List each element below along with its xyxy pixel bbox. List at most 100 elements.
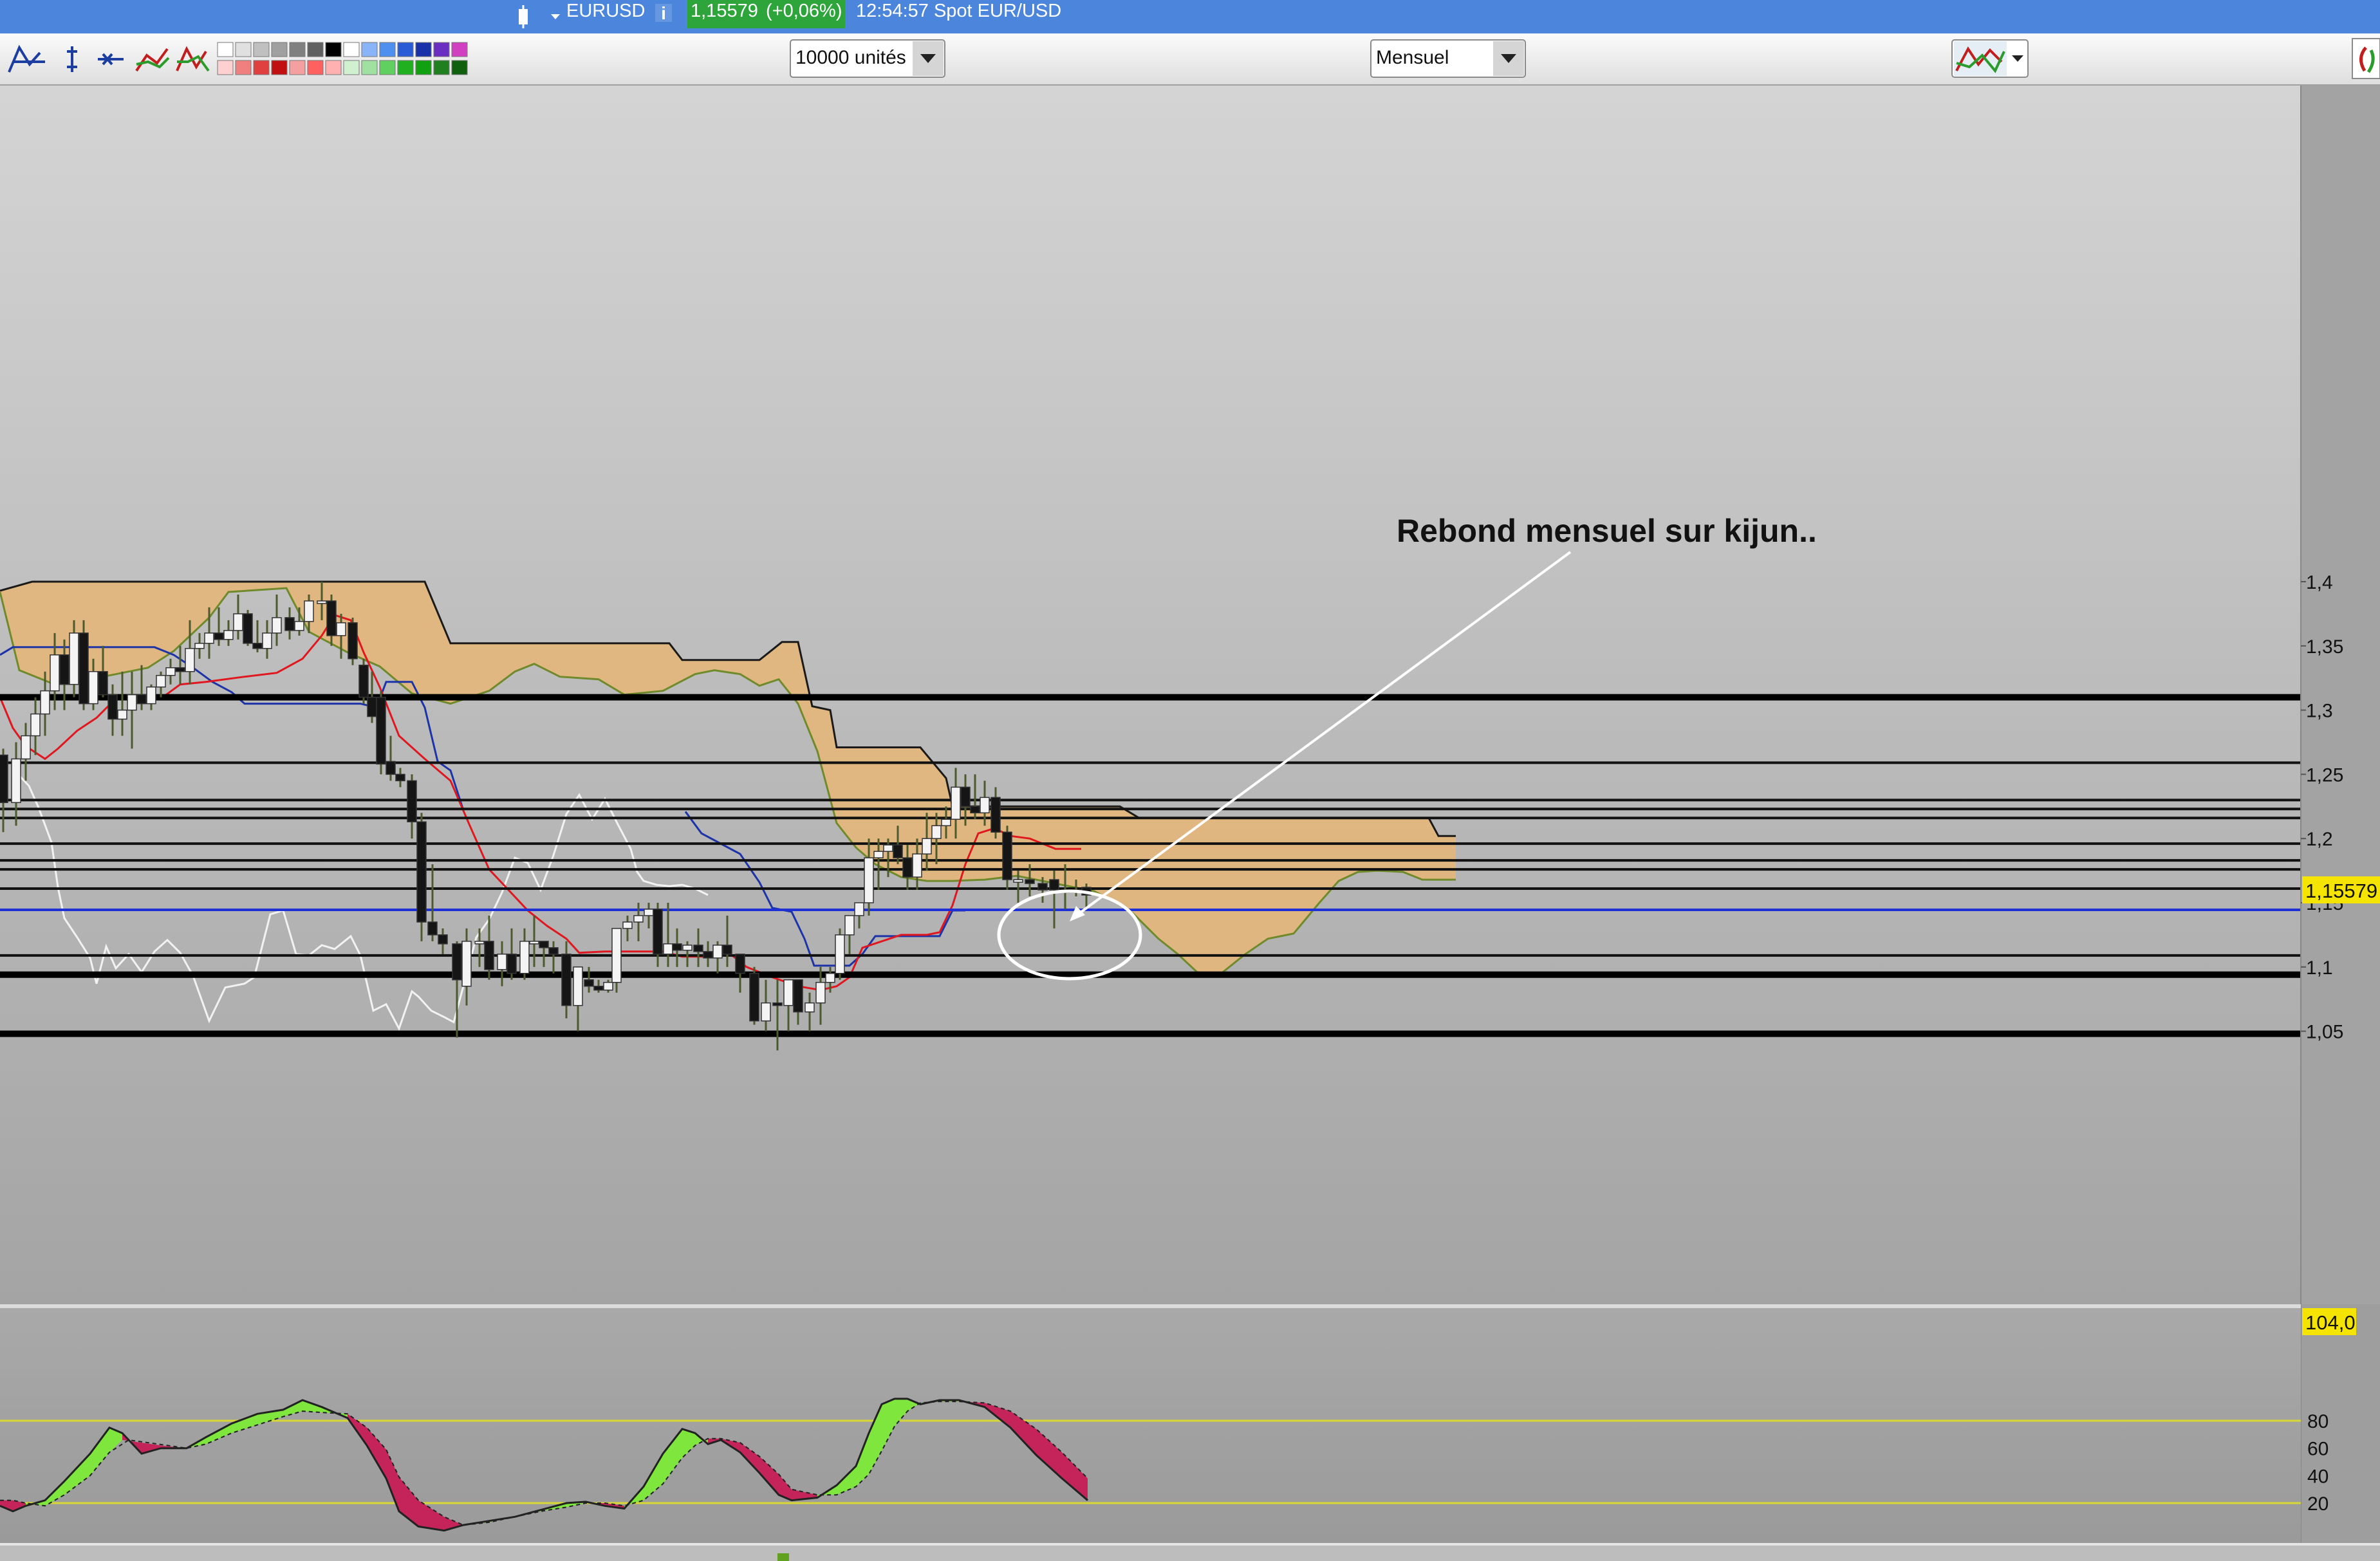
trading-window: ▮▾ EURUSD i 1,15579 (+0,06%) 12:54:57 Sp… [0,0,2380,1561]
instrument-label[interactable]: EURUSD [566,1,645,21]
palette-swatch [235,60,252,75]
candle-body [653,909,663,955]
palette-swatch [415,60,432,75]
palette-swatch [253,42,270,57]
candle-body [233,613,243,631]
oscillator-tick-label: 60 [2307,1439,2329,1460]
candle-body [252,643,263,649]
candle-body [1049,879,1059,891]
period-select[interactable]: Mensuel [1370,39,1526,78]
candle-body [960,786,971,808]
candle-body [682,945,693,951]
candle-body [117,709,127,720]
palette-swatch [325,42,342,57]
candle-body [50,654,60,692]
candle-body [204,633,214,644]
clock-label: 12:54:57 Spot EUR/USD [856,1,1061,21]
candle-body [990,797,1001,833]
palette-swatch [379,60,396,75]
oscillator-top-value: 104,0 [2305,1311,2356,1334]
oscillator-separator [0,1304,2301,1308]
palette-swatch [343,42,360,57]
candle-body [772,1002,783,1006]
price-tick-label: 1,2 [2306,829,2333,850]
candle-body [40,690,50,715]
candle-body [185,648,195,672]
candle-body [693,945,703,952]
candle-body [793,979,803,1013]
quantity-select[interactable]: 10000 unités [790,39,945,78]
refresh-icon[interactable] [2352,38,2380,79]
candle-body [107,694,118,720]
candle-body [561,954,572,1006]
indicators-menu-icon[interactable] [1951,39,2029,78]
price-axis-bg [2301,86,2380,1304]
candle-body [497,954,507,970]
info-icon[interactable]: i [655,3,672,23]
oscillator-axis: 80 60 40 20 [2307,1411,2329,1515]
candle-body [386,761,396,775]
palette-swatch [307,60,324,75]
candle-body [376,696,386,765]
candle-body [452,943,462,981]
candle-body [912,853,922,878]
oscillator-panel-bg [0,1308,2301,1544]
scrollbar-thumb[interactable] [777,1553,789,1561]
candle-body [326,600,337,636]
quantity-select-value: 10000 unités [795,47,906,68]
period-select-value: Mensuel [1376,47,1449,68]
price-tick-label: 1,1 [2306,957,2333,979]
price-tick-label: 1,35 [2306,636,2343,658]
candle-body [367,696,377,717]
candle-body [1002,831,1012,880]
candle-body [893,844,903,858]
candle-body [593,985,604,991]
palette-swatch [415,42,432,57]
candle-body [127,694,137,711]
candle-body [165,667,176,676]
candle-body [644,909,654,916]
candle-body [146,686,156,705]
svg-text:i: i [661,3,666,23]
titlebar-bg [0,0,2380,33]
palette-swatch [433,42,450,57]
candle-body [461,941,472,987]
candle-body [873,851,884,858]
candle-body [317,600,327,604]
chart-canvas[interactable]: EURUSD i 1,15579 (+0,06%) 12:54:57 Spot … [0,0,2380,1561]
candle-body [395,773,405,782]
candle-body [284,617,295,631]
candle-body [931,825,942,839]
candle-body [79,633,89,705]
candle-body [622,921,633,929]
candle-body [548,947,559,955]
candle-body [175,667,185,672]
candle-body [663,943,673,955]
price-tick-label: 1,3 [2306,701,2333,722]
candle-body [11,758,21,804]
palette-swatch [361,42,378,57]
candle-body [825,973,835,983]
candle-body [951,786,961,820]
candle-body [603,982,613,991]
palette-swatch [289,42,306,57]
candle-body [854,902,864,916]
candle-body [783,979,794,1006]
candle-body [88,670,98,705]
candle-body [722,945,732,955]
candle-body [348,622,358,660]
price-change: (+0,06%) [766,1,842,21]
palette-swatch [361,60,378,75]
palette-swatch [325,60,342,75]
candle-body [883,844,893,852]
candle-body [407,780,417,823]
candle-body [761,1002,771,1022]
candle-body [156,674,166,688]
candle-body [69,633,79,685]
candle-body [633,915,644,923]
palette-swatch [397,42,414,57]
candle-body [539,941,549,948]
palette-swatch [451,60,468,75]
palette-swatch [451,42,468,57]
palette-swatch [289,60,306,75]
